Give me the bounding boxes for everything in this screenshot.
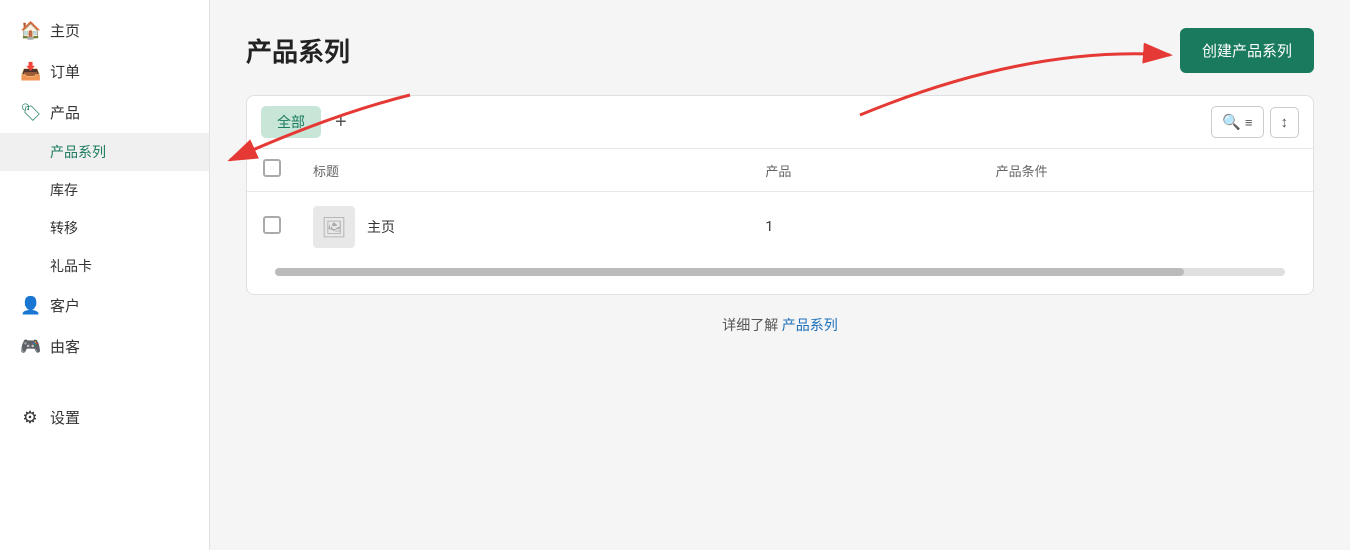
table-scrollbar-thumb [275, 268, 1184, 276]
sidebar-item-transfer[interactable]: 转移 [0, 209, 209, 247]
col-conditions: 产品条件 [980, 149, 1313, 192]
sidebar-item-settings[interactable]: ⚙ 设置 [0, 397, 209, 438]
customers-icon: 👤 [20, 296, 40, 316]
table-scrollbar[interactable] [275, 268, 1285, 276]
row-conditions-cell [980, 192, 1313, 263]
sort-button[interactable]: ↕ [1270, 107, 1300, 138]
bottom-text: 详细了解 [722, 318, 778, 334]
marketing-icon: 🎮 [20, 337, 40, 357]
row-checkbox[interactable] [263, 216, 281, 234]
sidebar-item-inventory[interactable]: 库存 [0, 171, 209, 209]
create-product-series-button[interactable]: 创建产品系列 [1180, 28, 1314, 73]
sidebar-label-marketing: 由客 [50, 336, 80, 357]
search-icon: 🔍 [1222, 113, 1241, 131]
sidebar-label-inventory: 库存 [50, 180, 78, 200]
row-products-cell: 1 [749, 192, 979, 263]
sidebar-label-orders: 订单 [50, 61, 80, 82]
search-filter-button[interactable]: 🔍 ≡ [1211, 106, 1263, 138]
row-image: 🖼 [313, 206, 355, 248]
data-table: 标题 产品 产品条件 🖼 主页 [247, 149, 1313, 262]
table-header-row: 标题 产品 产品条件 [247, 149, 1313, 192]
col-title: 标题 [297, 149, 749, 192]
row-title-cell: 🖼 主页 [297, 192, 749, 263]
row-title: 主页 [367, 217, 395, 237]
sidebar-label-settings: 设置 [50, 407, 80, 428]
settings-icon: ⚙ [20, 408, 40, 428]
add-tab-button[interactable]: + [327, 108, 355, 136]
sidebar-item-gift-card[interactable]: 礼品卡 [0, 247, 209, 285]
sidebar-item-products[interactable]: 🏷 产品 [0, 92, 209, 133]
image-icon: 🖼 [321, 215, 346, 239]
tab-all[interactable]: 全部 [261, 106, 321, 138]
sidebar-label-transfer: 转移 [50, 218, 78, 238]
sidebar-item-home[interactable]: 🏠 主页 [0, 10, 209, 51]
bottom-link[interactable]: 产品系列 [782, 318, 838, 334]
sidebar: 🏠 主页 📥 订单 🏷 产品 产品系列 库存 转移 礼品卡 👤 客户 🎮 由客 … [0, 0, 210, 550]
sidebar-label-customers: 客户 [50, 295, 80, 316]
row-checkbox-cell [247, 192, 297, 263]
bottom-info: 详细了解 产品系列 [246, 315, 1314, 335]
sidebar-item-orders[interactable]: 📥 订单 [0, 51, 209, 92]
table-card: 全部 + 🔍 ≡ ↕ 标题 产品 产品条件 [246, 95, 1314, 295]
page-title: 产品系列 [246, 32, 350, 69]
sidebar-item-product-series[interactable]: 产品系列 [0, 133, 209, 171]
orders-icon: 📥 [20, 62, 40, 82]
header-checkbox[interactable] [263, 159, 281, 177]
sidebar-item-customers[interactable]: 👤 客户 [0, 285, 209, 326]
col-products: 产品 [749, 149, 979, 192]
filter-icon: ≡ [1245, 115, 1253, 130]
sidebar-label-gift-card: 礼品卡 [50, 256, 92, 276]
sort-icon: ↕ [1281, 114, 1289, 131]
col-checkbox [247, 149, 297, 192]
page-header: 产品系列 创建产品系列 [246, 28, 1314, 73]
main-content: 产品系列 创建产品系列 全部 + 🔍 ≡ ↕ 标题 [210, 0, 1350, 550]
home-icon: 🏠 [20, 21, 40, 41]
table-toolbar: 全部 + 🔍 ≡ ↕ [247, 96, 1313, 149]
sidebar-label-products: 产品 [50, 102, 80, 123]
sidebar-label-product-series: 产品系列 [50, 142, 106, 162]
table-scrollbar-area [247, 262, 1313, 294]
sidebar-item-marketing[interactable]: 🎮 由客 [0, 326, 209, 367]
sidebar-label-home: 主页 [50, 20, 80, 41]
table-row[interactable]: 🖼 主页 1 [247, 192, 1313, 263]
products-icon: 🏷 [20, 103, 40, 123]
